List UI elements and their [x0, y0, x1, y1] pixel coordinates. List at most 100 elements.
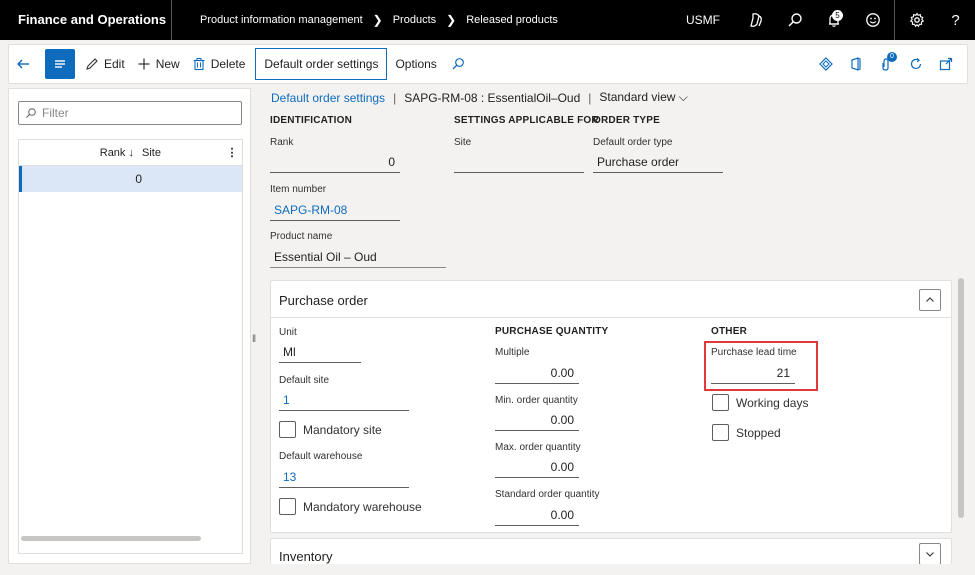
breadcrumb-item-products[interactable]: Products [393, 14, 436, 26]
bell-icon[interactable]: 5 [814, 0, 853, 40]
column-header-rank[interactable]: Rank ↓ [19, 147, 142, 159]
standard-order-quantity-field[interactable]: 0.00 [495, 504, 579, 526]
gear-icon[interactable] [897, 0, 936, 40]
breadcrumb: Product information management ❯ Product… [200, 13, 558, 27]
product-name-label: Product name [270, 231, 333, 242]
open-in-new-window-icon[interactable] [931, 49, 961, 79]
mandatory-warehouse-checkbox[interactable]: Mandatory warehouse [279, 498, 422, 515]
record-title: SAPG-RM-08 : EssentialOil–Oud [404, 90, 581, 105]
attachments-icon[interactable]: 0 [871, 49, 901, 79]
rank-cell: 0 [135, 172, 142, 186]
filter-input[interactable]: Filter [18, 101, 242, 125]
top-navigation-bar: Finance and Operations Product informati… [0, 0, 975, 40]
copilot-icon[interactable] [736, 0, 775, 40]
search-icon [452, 58, 464, 70]
breadcrumb-item-released-products[interactable]: Released products [466, 14, 558, 26]
max-order-quantity-field[interactable]: 0.00 [495, 456, 579, 478]
site-field[interactable] [454, 151, 584, 173]
view-selector[interactable]: Standard view ⌵ [599, 90, 688, 105]
order-type-heading: ORDER TYPE [593, 115, 661, 126]
mandatory-site-checkbox[interactable]: Mandatory site [279, 421, 382, 438]
more-options-icon[interactable]: ⋮ [222, 146, 242, 159]
default-warehouse-label: Default warehouse [279, 451, 363, 462]
inventory-title[interactable]: Inventory [279, 549, 332, 564]
smiley-icon[interactable] [853, 0, 892, 40]
action-pane: Edit New Delete Default order settings O… [8, 44, 968, 84]
working-days-label: Working days [736, 395, 809, 410]
delete-button[interactable]: Delete [186, 48, 252, 80]
details-pane: Default order settings | SAPG-RM-08 : Es… [262, 88, 968, 564]
settings-applicable-heading: SETTINGS APPLICABLE FOR [454, 115, 599, 126]
chevron-right-icon: ❯ [446, 13, 457, 27]
expand-button[interactable] [919, 543, 941, 564]
tab-default-order-settings[interactable]: Default order settings [255, 48, 388, 80]
horizontal-scrollbar[interactable] [21, 536, 201, 541]
vertical-scrollbar[interactable] [958, 278, 964, 518]
standard-order-quantity-label: Standard order quantity [495, 489, 600, 500]
details-breadcrumb: Default order settings | SAPG-RM-08 : Es… [271, 90, 688, 105]
search-icon[interactable] [775, 0, 814, 40]
hamburger-icon [55, 60, 65, 68]
other-heading: OTHER [711, 326, 747, 337]
unit-label: Unit [279, 327, 297, 338]
working-days-checkbox[interactable]: Working days [712, 394, 808, 411]
purchase-lead-time-field[interactable]: 21 [711, 362, 795, 384]
purchase-lead-time-label: Purchase lead time [711, 347, 797, 358]
checkbox-box [279, 498, 296, 515]
default-warehouse-field[interactable]: 13 [279, 466, 409, 488]
item-number-field[interactable]: SAPG-RM-08 [270, 199, 400, 221]
grid-header: Rank ↓ Site ⋮ [19, 140, 242, 166]
tab-options[interactable]: Options [387, 48, 444, 80]
chevron-up-icon [926, 297, 934, 302]
default-site-field[interactable]: 1 [279, 389, 409, 411]
menu-button[interactable] [45, 49, 75, 79]
product-name-field: Essential Oil – Oud [270, 246, 446, 268]
rank-field[interactable]: 0 [270, 151, 400, 173]
default-site-label: Default site [279, 375, 330, 386]
multiple-field[interactable]: 0.00 [495, 362, 579, 384]
company-picker[interactable]: USMF [686, 13, 720, 27]
divider: | [588, 90, 592, 105]
refresh-icon[interactable] [901, 49, 931, 79]
delete-label: Delete [210, 57, 246, 71]
chevron-down-icon: ⌵ [678, 90, 688, 104]
rank-label: Rank [270, 137, 294, 148]
default-order-type-field[interactable]: Purchase order [593, 151, 723, 173]
collapse-button[interactable] [919, 289, 941, 311]
stopped-checkbox[interactable]: Stopped [712, 424, 781, 441]
stopped-label: Stopped [736, 425, 781, 440]
checkbox-box [712, 424, 729, 441]
unit-field[interactable]: Ml [279, 341, 361, 363]
attachments-count-badge: 0 [887, 52, 897, 62]
office-icon[interactable] [841, 49, 871, 79]
search-icon [26, 108, 36, 118]
checkbox-box [279, 421, 296, 438]
chevron-down-icon [926, 552, 934, 557]
mandatory-site-label: Mandatory site [303, 422, 382, 437]
mandatory-warehouse-label: Mandatory warehouse [303, 499, 422, 514]
new-label: New [155, 57, 180, 71]
column-header-site[interactable]: Site [142, 147, 222, 159]
filter-placeholder: Filter [42, 106, 69, 120]
back-button[interactable] [9, 48, 41, 80]
breadcrumb-item-pim[interactable]: Product information management [200, 14, 363, 26]
pane-splitter-handle[interactable]: ‖ [252, 334, 256, 345]
pencil-icon [86, 58, 98, 70]
order-settings-grid: Rank ↓ Site ⋮ 0 [18, 139, 243, 554]
divider [271, 317, 951, 318]
new-button[interactable]: New [131, 48, 186, 80]
min-order-quantity-field[interactable]: 0.00 [495, 409, 579, 431]
details-breadcrumb-link[interactable]: Default order settings [271, 91, 385, 105]
min-order-quantity-label: Min. order quantity [495, 395, 578, 406]
action-search-button[interactable] [445, 48, 476, 80]
app-title[interactable]: Finance and Operations [0, 0, 172, 40]
trash-icon [193, 58, 205, 71]
help-icon[interactable]: ? [936, 0, 975, 40]
purchase-order-title[interactable]: Purchase order [279, 293, 368, 308]
edit-button[interactable]: Edit [79, 48, 131, 80]
checkbox-box [712, 394, 729, 411]
table-row[interactable]: 0 [19, 166, 242, 192]
divider: | [393, 90, 397, 105]
power-apps-icon[interactable] [811, 49, 841, 79]
multiple-label: Multiple [495, 347, 530, 358]
